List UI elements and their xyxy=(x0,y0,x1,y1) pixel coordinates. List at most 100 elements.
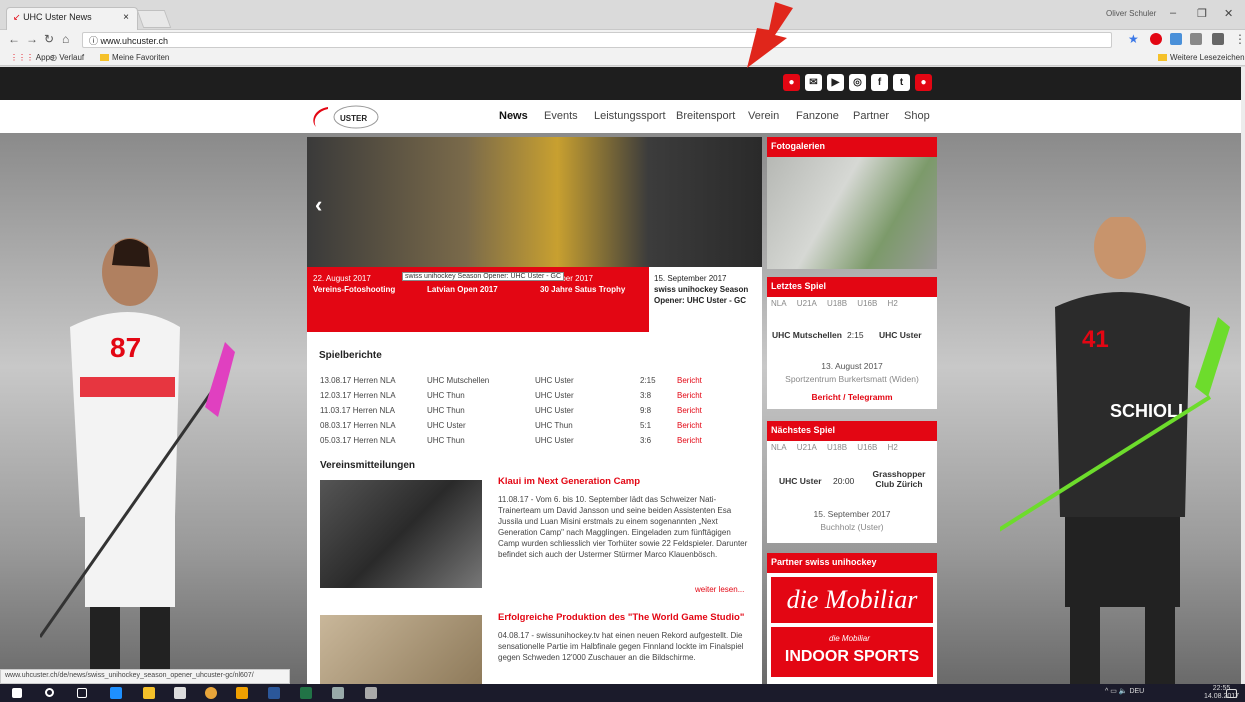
match-date: 15. September 2017 xyxy=(813,509,891,519)
tab-u18b[interactable]: U18B xyxy=(823,297,851,310)
news-title[interactable]: Erfolgreiche Produktion des "The World G… xyxy=(498,612,748,624)
tab-favicon: ↙ xyxy=(13,12,21,22)
menu-icon[interactable]: ⋮ xyxy=(1234,32,1245,46)
page-scrollbar[interactable] xyxy=(1241,67,1245,684)
carousel-caption-active[interactable]: 15. September 2017 swiss unihockey Seaso… xyxy=(649,267,762,332)
read-more-link[interactable]: weiter lesen... xyxy=(695,585,744,594)
search-icon[interactable] xyxy=(45,688,54,697)
outlook-icon[interactable] xyxy=(236,687,248,699)
nav-verein[interactable]: Verein xyxy=(748,110,779,122)
tab-u16b[interactable]: U16B xyxy=(853,297,881,310)
row-score: 3:8 xyxy=(640,391,652,400)
edge-icon[interactable] xyxy=(110,687,122,699)
youtube-icon[interactable]: ▶ xyxy=(827,74,844,91)
tab-nla[interactable]: NLA xyxy=(767,297,791,310)
bookmark-weitere[interactable]: Weitere Lesezeichen xyxy=(1158,53,1245,62)
nav-fanzone[interactable]: Fanzone xyxy=(796,110,839,122)
tab-nla[interactable]: NLA xyxy=(767,441,791,454)
excel-icon[interactable] xyxy=(300,687,312,699)
profile-name[interactable]: Oliver Schuler xyxy=(1106,9,1156,18)
store-icon[interactable] xyxy=(174,687,186,699)
tab-close-icon[interactable]: × xyxy=(123,12,129,23)
row-home: UHC Thun xyxy=(427,406,465,415)
bericht-link[interactable]: Bericht xyxy=(677,436,702,445)
forward-icon[interactable]: → xyxy=(26,32,38,46)
carousel-captions: 22. August 2017 Vereins-Fotoshooting Lat… xyxy=(307,267,649,332)
calculator-icon[interactable] xyxy=(365,687,377,699)
home-icon[interactable]: ⌂ xyxy=(62,32,69,46)
chrome-icon[interactable] xyxy=(205,687,217,699)
language-indicator[interactable]: DEU xyxy=(1129,688,1144,695)
nav-shop[interactable]: Shop xyxy=(904,110,930,122)
carousel-prev-icon[interactable]: ‹ xyxy=(315,192,322,218)
carousel-caption[interactable]: Latvian Open 2017 xyxy=(427,284,498,295)
new-tab-button[interactable] xyxy=(136,10,172,28)
person-icon[interactable]: ● xyxy=(915,74,932,91)
reload-icon[interactable]: ↻ xyxy=(44,32,54,46)
bookmark-verlauf[interactable]: ◷ Verlauf xyxy=(50,53,84,62)
nav-leistungssport[interactable]: Leistungssport xyxy=(594,110,666,122)
file-explorer-icon[interactable] xyxy=(143,687,155,699)
bookmark-apps[interactable]: ⋮⋮⋮ Apps xyxy=(10,53,54,62)
tab-h2[interactable]: H2 xyxy=(884,441,902,454)
link-tooltip: swiss unihockey Season Opener: UHC Uster… xyxy=(402,272,564,281)
results-table: 13.08.17 Herren NLA UHC Mutschellen UHC … xyxy=(320,374,750,449)
bericht-link[interactable]: Bericht xyxy=(677,421,702,430)
minimize-icon[interactable]: – xyxy=(1170,7,1176,19)
tab-u21a[interactable]: U21A xyxy=(793,441,821,454)
photo-gallery-image[interactable] xyxy=(767,157,937,269)
tab-u18b[interactable]: U18B xyxy=(823,441,851,454)
status-bar: www.uhcuster.ch/de/news/swiss_unihockey_… xyxy=(0,669,290,684)
news-thumbnail[interactable] xyxy=(320,615,482,684)
instagram-icon[interactable]: ◎ xyxy=(849,74,866,91)
tab-title: UHC Uster News xyxy=(23,12,92,22)
report-links[interactable]: Bericht / Telegramm xyxy=(767,392,937,402)
system-tray[interactable]: ^ ▭ 🔈 DEU xyxy=(1105,687,1144,695)
nav-news[interactable]: News xyxy=(499,110,528,122)
facebook-icon[interactable]: f xyxy=(871,74,888,91)
indoor-sports-logo[interactable]: die Mobiliar INDOOR SPORTS xyxy=(771,627,933,677)
browser-tab[interactable]: ↙ UHC Uster News × xyxy=(6,7,138,30)
notification-icon[interactable] xyxy=(1226,689,1237,698)
news-title[interactable]: Klaui im Next Generation Camp xyxy=(498,476,748,488)
person-icon[interactable]: ● xyxy=(783,74,800,91)
nav-partner[interactable]: Partner xyxy=(853,110,889,122)
nav-breitensport[interactable]: Breitensport xyxy=(676,110,735,122)
maximize-icon[interactable]: ❐ xyxy=(1197,7,1207,20)
address-bar-row: ← → ↻ ⌂ ⓘ www.uhcuster.ch ★ ⋮ xyxy=(0,30,1245,50)
match-time: 20:00 xyxy=(833,476,855,486)
away-team: UHC Uster xyxy=(879,330,922,340)
task-view-icon[interactable] xyxy=(77,688,87,698)
bookmark-favoriten[interactable]: Meine Favoriten xyxy=(100,53,169,62)
row-date: 08.03.17 Herren NLA xyxy=(320,421,396,430)
tab-h2[interactable]: H2 xyxy=(884,297,902,310)
mail-icon[interactable]: ✉ xyxy=(805,74,822,91)
row-away: UHC Uster xyxy=(535,376,574,385)
nav-events[interactable]: Events xyxy=(544,110,578,122)
row-home: UHC Thun xyxy=(427,391,465,400)
twitter-icon[interactable]: t xyxy=(893,74,910,91)
carousel-slide-image[interactable]: ‹ xyxy=(307,137,762,267)
tab-u16b[interactable]: U16B xyxy=(853,441,881,454)
uhc-uster-logo[interactable]: USTER xyxy=(308,103,388,131)
bericht-link[interactable]: Bericht xyxy=(677,391,702,400)
svg-text:SCHIOLI: SCHIOLI xyxy=(1110,401,1183,421)
carousel-caption[interactable]: 22. August 2017 Vereins-Fotoshooting xyxy=(313,273,395,295)
extension-icon[interactable] xyxy=(1170,33,1182,45)
bericht-link[interactable]: Bericht xyxy=(677,406,702,415)
caption-title: 30 Jahre Satus Trophy xyxy=(540,285,626,294)
back-icon[interactable]: ← xyxy=(8,32,20,46)
word-icon[interactable] xyxy=(268,687,280,699)
url-input[interactable]: ⓘ www.uhcuster.ch xyxy=(82,32,1112,48)
news-thumbnail[interactable] xyxy=(320,480,482,588)
extension-icon[interactable] xyxy=(1190,33,1202,45)
extension-icon[interactable] xyxy=(1212,33,1224,45)
snipping-icon[interactable] xyxy=(332,687,344,699)
opera-extension-icon[interactable] xyxy=(1150,33,1162,45)
bookmark-star-icon[interactable]: ★ xyxy=(1128,32,1139,46)
sidebar-heading[interactable]: Fotogalerien xyxy=(767,137,937,157)
window-close-icon[interactable]: ✕ xyxy=(1224,7,1233,20)
windows-start-icon[interactable] xyxy=(12,688,22,698)
tab-u21a[interactable]: U21A xyxy=(793,297,821,310)
bericht-link[interactable]: Bericht xyxy=(677,376,702,385)
